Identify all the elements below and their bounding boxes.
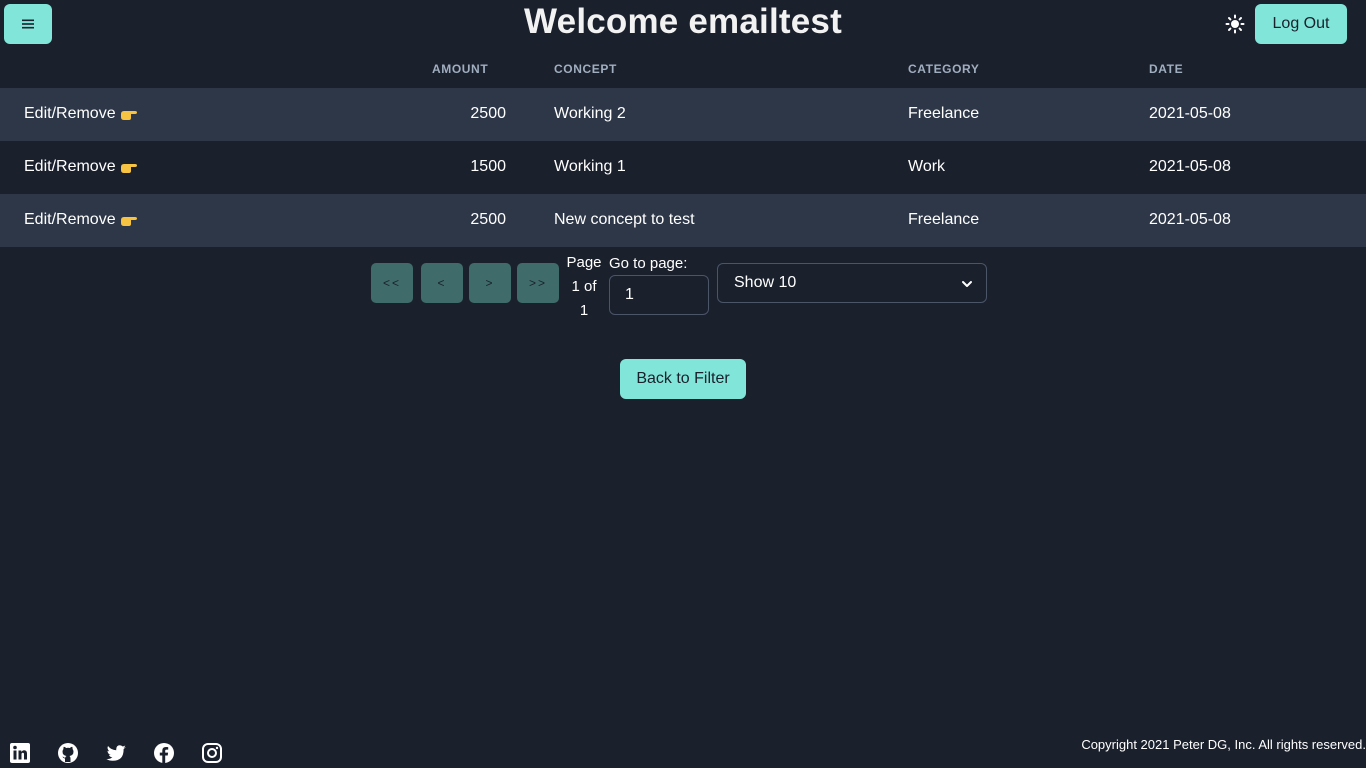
concept-cell: Working 1 (554, 158, 626, 175)
pointing-hand-icon (120, 216, 137, 226)
category-cell: Freelance (908, 105, 980, 122)
pointing-hand-icon (120, 110, 137, 120)
edit-remove-link[interactable]: Edit/Remove (24, 211, 140, 229)
linkedin-link[interactable] (9, 742, 31, 764)
github-link[interactable] (57, 742, 79, 764)
previous-page-button[interactable]: < (421, 263, 463, 303)
instagram-icon (202, 743, 222, 763)
page-current: 1 of (571, 278, 597, 295)
table-header: AMOUNT CONCEPT CATEGORY DATE (0, 58, 1366, 88)
chevron-down-icon (962, 281, 972, 287)
next-page-button[interactable]: > (469, 263, 511, 303)
sun-icon (1225, 14, 1245, 34)
page-title: Welcome emailtest (524, 2, 842, 41)
category-cell: Freelance (908, 211, 980, 228)
twitter-link[interactable] (105, 742, 127, 764)
instagram-link[interactable] (201, 742, 223, 764)
page-word: Page (566, 254, 602, 271)
edit-remove-link[interactable]: Edit/Remove (24, 158, 140, 176)
copyright-text: Copyright 2021 Peter DG, Inc. All rights… (1081, 737, 1366, 752)
amount-cell: 1500 (470, 158, 506, 175)
github-icon (58, 743, 78, 763)
facebook-icon (154, 743, 174, 763)
page-size-select[interactable]: Show 10 (717, 263, 987, 303)
goto-page-input[interactable] (609, 275, 709, 315)
concept-cell: Working 2 (554, 105, 626, 122)
page-indicator: Page 1 of 1 (565, 251, 603, 323)
column-header-amount: AMOUNT (432, 62, 489, 76)
logout-button[interactable]: Log Out (1255, 4, 1347, 44)
date-cell: 2021-05-08 (1149, 211, 1231, 228)
concept-cell: New concept to test (554, 211, 695, 228)
facebook-link[interactable] (153, 742, 175, 764)
edit-remove-link[interactable]: Edit/Remove (24, 105, 140, 123)
page-size-value: Show 10 (734, 274, 797, 291)
goto-page-label: Go to page: (609, 255, 688, 272)
first-page-button[interactable]: << (371, 263, 413, 303)
page-total: 1 (579, 302, 589, 319)
column-header-date: DATE (1149, 62, 1184, 76)
last-page-button[interactable]: >> (517, 263, 559, 303)
table-row: Edit/Remove 2500 Working 2 Freelance 202… (0, 88, 1366, 141)
amount-cell: 2500 (470, 211, 506, 228)
theme-toggle-button[interactable] (1222, 11, 1248, 37)
category-cell: Work (908, 158, 946, 175)
twitter-icon (106, 745, 126, 761)
date-cell: 2021-05-08 (1149, 158, 1231, 175)
date-cell: 2021-05-08 (1149, 105, 1231, 122)
amount-cell: 2500 (470, 105, 506, 122)
table-row: Edit/Remove 2500 New concept to test Fre… (0, 194, 1366, 247)
pointing-hand-icon (120, 163, 137, 173)
linkedin-icon (10, 743, 30, 763)
column-header-concept: CONCEPT (554, 62, 617, 76)
back-to-filter-button[interactable]: Back to Filter (620, 359, 746, 399)
column-header-category: CATEGORY (908, 62, 980, 76)
table-row: Edit/Remove 1500 Working 1 Work 2021-05-… (0, 141, 1366, 194)
